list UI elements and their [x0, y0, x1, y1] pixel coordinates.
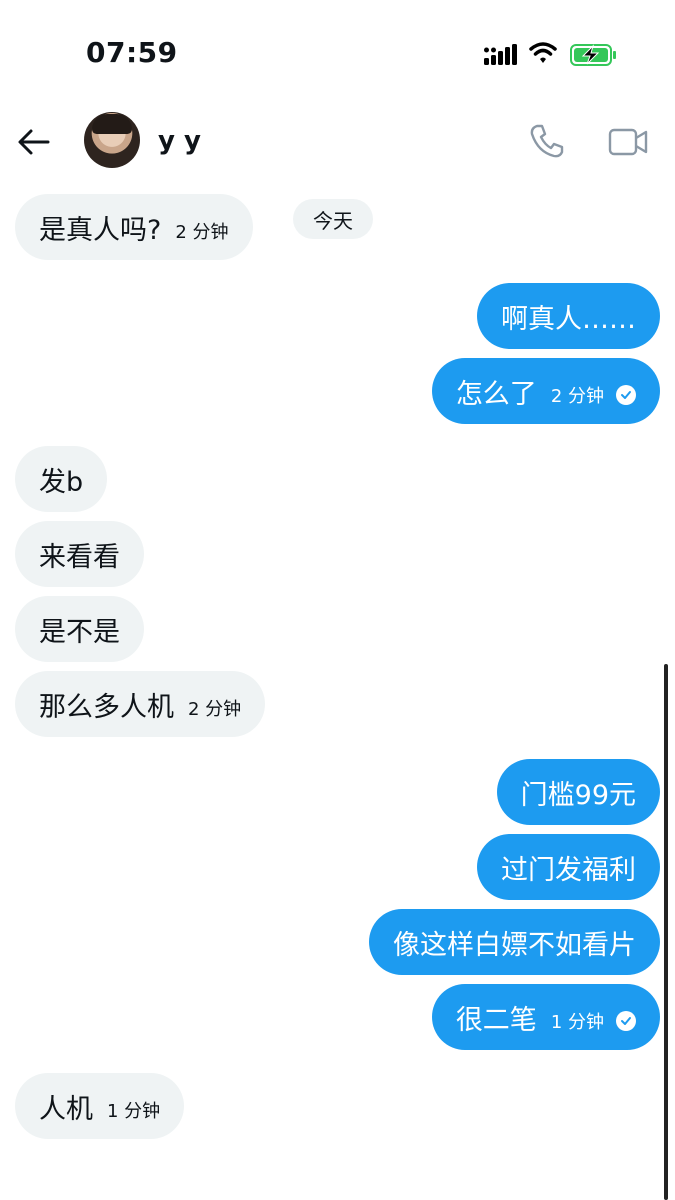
message-outgoing[interactable]: 像这样白嫖不如看片	[369, 909, 660, 975]
video-camera-icon[interactable]	[608, 124, 648, 160]
avatar[interactable]	[84, 112, 140, 168]
message-text: 啊真人……	[501, 303, 636, 335]
message-incoming[interactable]: 发b	[15, 446, 108, 512]
message-text: 那么多人机	[39, 691, 174, 723]
message-time: 1 分钟	[550, 1012, 604, 1033]
contact-name[interactable]: y y	[158, 126, 201, 156]
battery-charging-icon	[570, 44, 616, 66]
message-incoming[interactable]: 人机 1 分钟	[15, 1073, 185, 1139]
date-separator: 今天	[293, 199, 373, 239]
read-check-icon	[616, 1011, 636, 1031]
message-text: 很二笔	[455, 1004, 537, 1036]
message-text: 来看看	[39, 541, 120, 573]
message-incoming[interactable]: 是不是	[15, 596, 144, 662]
signal-icon	[484, 44, 517, 65]
status-bar: 07:59	[0, 0, 675, 100]
message-incoming[interactable]: 那么多人机 2 分钟	[15, 671, 266, 737]
scrollbar[interactable]	[664, 664, 668, 1200]
message-text: 发b	[39, 466, 84, 498]
message-time: 2 分钟	[175, 222, 229, 243]
message-text: 门槛99元	[520, 779, 636, 811]
back-arrow-icon[interactable]	[16, 124, 52, 160]
message-outgoing[interactable]: 门槛99元	[496, 759, 660, 825]
chat-header: y y	[0, 100, 675, 188]
message-text: 是不是	[39, 616, 120, 648]
message-incoming[interactable]: 来看看	[15, 521, 144, 587]
message-outgoing[interactable]: 啊真人……	[477, 283, 660, 349]
message-text: 过门发福利	[501, 854, 636, 886]
message-time: 2 分钟	[550, 386, 604, 407]
message-text: 像这样白嫖不如看片	[393, 929, 636, 961]
message-outgoing[interactable]: 很二笔 1 分钟	[431, 984, 660, 1050]
message-text: 人机	[39, 1093, 93, 1125]
message-text: 怎么了	[455, 378, 537, 410]
message-time: 2 分钟	[188, 699, 242, 720]
message-outgoing[interactable]: 怎么了 2 分钟	[431, 358, 660, 424]
phone-icon[interactable]	[528, 122, 566, 160]
status-time: 07:59	[86, 36, 178, 69]
message-text: 是真人吗?	[39, 214, 162, 246]
message-time: 1 分钟	[107, 1101, 161, 1122]
read-check-icon	[616, 385, 636, 405]
wifi-icon	[529, 42, 557, 63]
message-outgoing[interactable]: 过门发福利	[477, 834, 660, 900]
message-incoming[interactable]: 是真人吗? 2 分钟	[15, 194, 253, 260]
